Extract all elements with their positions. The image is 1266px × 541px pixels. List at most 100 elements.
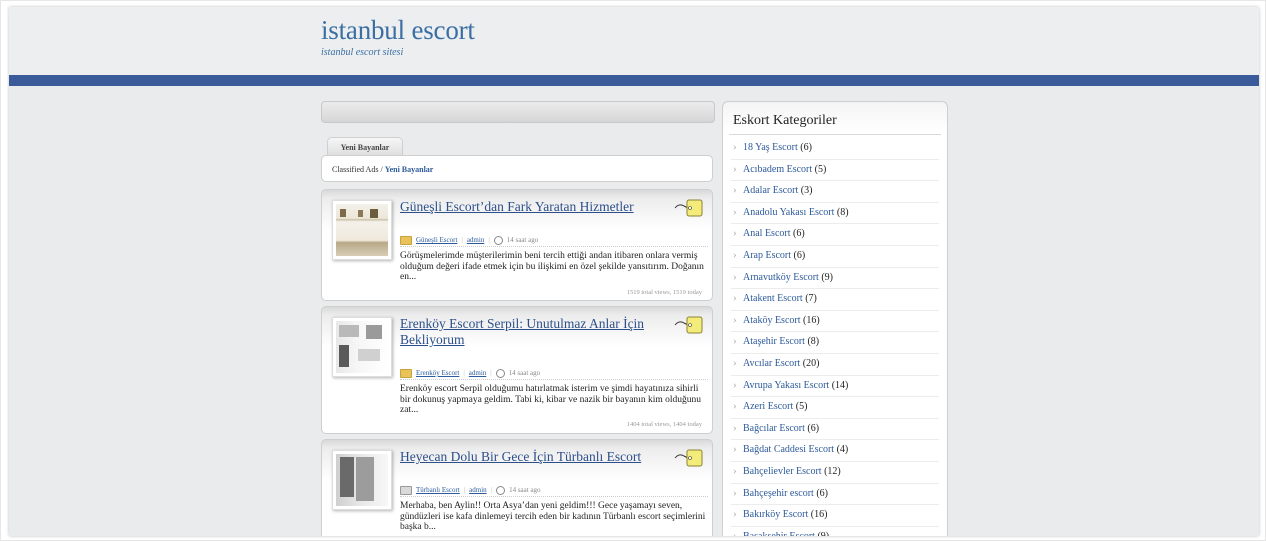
site-title[interactable]: istanbul escort — [321, 15, 475, 46]
post-author-link[interactable]: admin — [469, 486, 487, 494]
post-card: Güneşli Escort’dan Fark Yaratan Hizmetle… — [321, 189, 713, 301]
category-count: (7) — [805, 293, 817, 305]
price-tag-icon — [674, 316, 703, 334]
category-link[interactable]: Azeri Escort — [743, 401, 793, 412]
post-title[interactable]: Heyecan Dolu Bir Gece İçin Türbanlı Esco… — [400, 449, 668, 465]
category-link[interactable]: Anal Escort — [743, 228, 791, 239]
category-count: (9) — [821, 271, 833, 283]
post-author-link[interactable]: admin — [467, 236, 485, 244]
search-bar[interactable] — [321, 101, 715, 123]
category-item[interactable]: Azeri Escort (5) — [731, 396, 939, 419]
post-meta: Türbanlı Escort | admin | 14 saat ago — [400, 486, 541, 495]
post-card: Erenköy Escort Serpil: Unutulmaz Anlar İ… — [321, 306, 713, 434]
meta-separator: | — [463, 369, 465, 378]
category-item[interactable]: Ataşehir Escort (8) — [731, 331, 939, 354]
meta-separator: | — [488, 236, 490, 245]
category-link[interactable]: Bağdat Caddesi Escort — [743, 444, 834, 455]
category-link[interactable]: Avcılar Escort — [743, 358, 800, 369]
category-item[interactable]: Başakşehir Escort (9) — [731, 526, 939, 536]
thumbnail-shape — [339, 345, 349, 367]
category-item[interactable]: Bağcılar Escort (6) — [731, 418, 939, 441]
clock-icon — [496, 486, 506, 495]
category-item[interactable]: Avrupa Yakası Escort (14) — [731, 375, 939, 398]
meta-separator: | — [463, 486, 466, 495]
thumbnail-shape — [340, 457, 354, 497]
post-thumbnail[interactable] — [332, 200, 392, 260]
category-item[interactable]: 18 Yaş Escort (6) — [731, 137, 939, 160]
category-link[interactable]: Bahçelievler Escort — [743, 466, 822, 477]
price-tag-icon — [674, 449, 703, 467]
category-link[interactable]: Başakşehir Escort — [743, 531, 815, 536]
thumbnail-shape — [356, 457, 374, 501]
category-link[interactable]: 18 Yaş Escort — [743, 142, 798, 153]
category-item[interactable]: Adalar Escort (3) — [731, 180, 939, 203]
category-count: (6) — [816, 487, 828, 499]
header-bar — [9, 75, 1259, 86]
shelf-decor — [340, 209, 346, 217]
category-link[interactable]: Ataşehir Escort — [743, 336, 805, 347]
category-count: (14) — [831, 379, 849, 391]
breadcrumb-current[interactable]: Yeni Bayanlar — [385, 165, 434, 174]
category-link[interactable]: Adalar Escort — [743, 185, 798, 196]
post-category-link[interactable]: Türbanlı Escort — [416, 486, 460, 494]
post-thumbnail[interactable] — [332, 450, 392, 510]
thumbnail-shape — [339, 325, 359, 337]
post-excerpt: Erenköy escort Serpil olduğumu hatırlatm… — [400, 379, 708, 416]
category-count: (8) — [836, 206, 849, 218]
category-item[interactable]: Bakırköy Escort (16) — [731, 504, 939, 527]
category-item[interactable]: Bağdat Caddesi Escort (4) — [731, 439, 939, 462]
post-category-link[interactable]: Güneşli Escort — [416, 236, 457, 244]
post-excerpt: Görüşmelerimde müşterilerimin beni terci… — [400, 246, 708, 283]
breadcrumb: Classified Ads / Yeni Bayanlar — [321, 155, 713, 182]
category-item[interactable]: Acıbadem Escort (5) — [731, 159, 939, 182]
category-count: (16) — [803, 314, 820, 326]
category-item[interactable]: Anadolu Yakası Escort (8) — [731, 202, 939, 225]
category-item[interactable]: Ataköy Escort (16) — [731, 310, 939, 333]
post-excerpt: Merhaba, ben Aylin!! Orta Asya’dan yeni … — [400, 496, 708, 533]
category-count: (12) — [824, 465, 841, 477]
thumbnail-image — [336, 204, 388, 256]
post-time: 14 saat ago — [508, 369, 541, 378]
category-item[interactable]: Arnavutköy Escort (9) — [731, 267, 939, 290]
category-link[interactable]: Bahçeşehir escort — [743, 488, 814, 499]
price-tag-icon — [674, 199, 703, 217]
category-item[interactable]: Atakent Escort (7) — [731, 288, 939, 311]
category-link[interactable]: Acıbadem Escort — [743, 164, 812, 175]
category-count: (3) — [800, 185, 813, 197]
post-title[interactable]: Erenköy Escort Serpil: Unutulmaz Anlar İ… — [400, 316, 668, 348]
post-meta: Erenköy Escort | admin | 14 saat ago — [400, 369, 540, 378]
category-link[interactable]: Bağcılar Escort — [743, 423, 805, 434]
thumbnail-shape — [358, 349, 380, 361]
category-item[interactable]: Anal Escort (6) — [731, 223, 939, 246]
category-link[interactable]: Arnavutköy Escort — [743, 272, 819, 283]
post-views: 1404 total views, 1404 today — [626, 421, 702, 428]
thumbnail-shape — [366, 325, 382, 339]
meta-separator: | — [490, 369, 492, 378]
thumbnail-image — [336, 454, 388, 506]
category-list: 18 Yaş Escort (6)Acıbadem Escort (5)Adal… — [731, 137, 939, 536]
category-count: (5) — [814, 163, 827, 175]
shelf-decor — [370, 209, 378, 218]
category-link[interactable]: Anadolu Yakası Escort — [743, 207, 834, 218]
thumbnail-image — [336, 321, 388, 373]
category-count: (6) — [807, 422, 820, 434]
sidebar-divider — [729, 134, 941, 135]
category-item[interactable]: Bahçelievler Escort (12) — [731, 461, 939, 484]
category-link[interactable]: Ataköy Escort — [743, 315, 801, 326]
category-count: (9) — [817, 531, 829, 536]
post-title[interactable]: Güneşli Escort’dan Fark Yaratan Hizmetle… — [400, 199, 668, 215]
post-thumbnail[interactable] — [332, 317, 392, 377]
category-item[interactable]: Avcılar Escort (20) — [731, 353, 939, 376]
breadcrumb-root[interactable]: Classified Ads — [332, 165, 378, 174]
category-item[interactable]: Bahçeşehir escort (6) — [731, 483, 939, 506]
category-item[interactable]: Arap Escort (6) — [731, 245, 939, 268]
category-link[interactable]: Avrupa Yakası Escort — [743, 380, 829, 391]
post-author-link[interactable]: admin — [469, 369, 487, 377]
category-link[interactable]: Bakırköy Escort — [743, 509, 808, 520]
category-link[interactable]: Atakent Escort — [743, 293, 803, 304]
category-link[interactable]: Arap Escort — [743, 250, 791, 261]
post-category-link[interactable]: Erenköy Escort — [416, 369, 459, 377]
meta-separator: | — [461, 236, 463, 245]
tab-yeni-bayanlar[interactable]: Yeni Bayanlar — [327, 137, 403, 157]
folder-icon — [400, 236, 412, 245]
